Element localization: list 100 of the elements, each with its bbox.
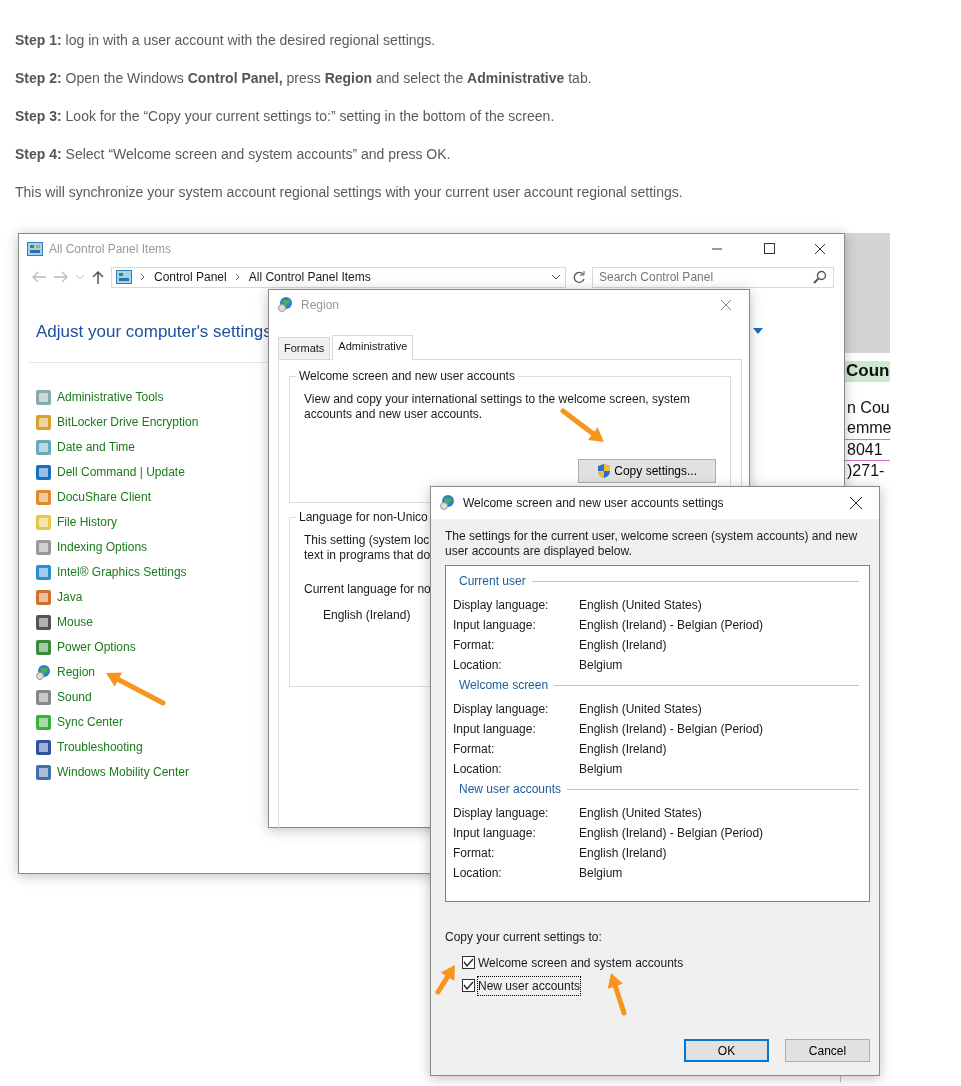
section-heading: Welcome screen	[459, 677, 549, 694]
breadcrumb-item[interactable]: Control Panel	[154, 268, 227, 286]
step-text: Step 4: Select “Welcome screen and system accounts” and press OK.	[15, 145, 452, 164]
setting-label: Display language:	[453, 597, 550, 614]
checkbox[interactable]	[462, 979, 475, 992]
checkbox-label[interactable]: New user accounts	[478, 976, 581, 995]
setting-value: English (Ireland) - Belgian (Period)	[579, 825, 764, 842]
app-icon	[35, 413, 53, 431]
setting-label: Format:	[453, 637, 496, 654]
cancel-button[interactable]: Cancel	[785, 1039, 870, 1062]
annotation-arrow	[435, 965, 455, 995]
tab[interactable]: Administrative	[332, 335, 414, 360]
maximize-button[interactable]	[762, 243, 776, 255]
control-panel-link[interactable]: Intel® Graphics Settings	[57, 563, 187, 581]
breadcrumb-item[interactable]: All Control Panel Items	[248, 268, 371, 286]
setting-value: English (Ireland)	[579, 637, 667, 654]
setting-value: English (United States)	[579, 597, 702, 614]
dropdown-icon[interactable]	[753, 328, 763, 334]
search-field[interactable]: Search Control Panel	[592, 266, 834, 288]
app-icon	[35, 388, 53, 406]
setting-description: This setting (system loc	[304, 532, 430, 547]
control-panel-link[interactable]: Power Options	[57, 638, 136, 656]
app-icon	[35, 588, 53, 606]
setting-label: Location:	[453, 761, 503, 778]
field-label: Current language for no	[304, 581, 431, 596]
control-panel-icon	[27, 242, 43, 256]
ok-button[interactable]: OK	[684, 1039, 769, 1062]
checkbox-label[interactable]: Welcome screen and system accounts	[478, 953, 684, 972]
control-panel-link[interactable]: Java	[57, 588, 83, 606]
setting-label: Input language:	[453, 721, 537, 738]
setting-label: Input language:	[453, 617, 537, 634]
dropdown-icon[interactable]	[551, 273, 561, 281]
address-bar[interactable]: Control Panel All Control Panel Items	[111, 266, 566, 288]
shield-icon	[597, 462, 612, 479]
document-text: emme	[846, 418, 890, 438]
control-panel-link[interactable]: Mouse	[57, 613, 94, 631]
control-panel-link[interactable]: Sound	[57, 688, 92, 706]
section-heading: New user accounts	[459, 781, 562, 798]
close-button[interactable]	[814, 243, 828, 255]
globe-icon	[439, 494, 457, 512]
setting-value: English (Ireland)	[579, 845, 667, 862]
close-button[interactable]	[849, 496, 863, 510]
refresh-button[interactable]	[572, 270, 586, 284]
setting-value: Belgium	[579, 865, 623, 882]
setting-value: English (Ireland) - Belgian (Period)	[579, 721, 764, 738]
setting-value: English (United States)	[579, 805, 702, 822]
app-icon	[35, 688, 53, 706]
step-text: Step 3: Look for the “Copy your current settings to:” setting in the bottom of the screen.	[15, 107, 556, 126]
setting-value: Belgium	[579, 761, 623, 778]
app-icon	[35, 513, 53, 531]
tab[interactable]: Formats	[278, 337, 331, 359]
app-icon	[35, 738, 53, 756]
annotation-arrow	[560, 408, 604, 442]
control-panel-link[interactable]: Date and Time	[57, 438, 136, 456]
control-panel-link[interactable]: Region	[57, 663, 96, 681]
section-label: Copy your current settings to:	[444, 929, 603, 946]
setting-label: Location:	[453, 865, 503, 882]
chevron-icon	[140, 273, 146, 281]
globe-icon	[35, 663, 53, 681]
annotation-arrow	[607, 973, 627, 1016]
control-panel-icon	[116, 270, 132, 284]
window-title: All Control Panel Items	[49, 241, 173, 258]
setting-label: Format:	[453, 741, 496, 758]
checkbox[interactable]	[462, 956, 475, 969]
field-value: English (Ireland)	[323, 607, 411, 622]
app-icon	[35, 638, 53, 656]
setting-value: English (Ireland) - Belgian (Period)	[579, 617, 764, 634]
section-heading: Current user	[459, 573, 526, 590]
app-icon	[35, 763, 53, 781]
up-button[interactable]	[91, 270, 105, 284]
check-icon	[463, 958, 474, 967]
setting-label: Input language:	[453, 825, 537, 842]
control-panel-link[interactable]: Indexing Options	[57, 538, 148, 556]
group-description: View and copy your international settings to the welcome screen, system accounts and new user accounts.	[304, 391, 691, 422]
control-panel-link[interactable]: BitLocker Drive Encryption	[57, 413, 199, 431]
setting-label: Format:	[453, 845, 496, 862]
control-panel-link[interactable]: Sync Center	[57, 713, 124, 731]
step-text: Step 1: log in with a user account with the desired regional settings.	[15, 31, 437, 50]
copy-settings-button[interactable]: Copy settings...	[578, 458, 716, 483]
note-text: This will synchronize your system account regional settings with your current user account regional settings.	[15, 183, 684, 202]
step-text: Step 2: Open the Windows Control Panel, press Region and select the Administrative tab.	[15, 69, 593, 88]
setting-label: Location:	[453, 657, 503, 674]
control-panel-link[interactable]: Dell Command | Update	[57, 463, 185, 481]
control-panel-link[interactable]: Windows Mobility Center	[57, 763, 190, 781]
app-icon	[35, 563, 53, 581]
globe-icon	[277, 296, 295, 314]
dialog-description: The settings for the current user, welcome screen (system accounts) and new user accounts are displayed below.	[444, 528, 859, 560]
control-panel-link[interactable]: File History	[57, 513, 117, 531]
setting-description: text in programs that do	[304, 547, 431, 562]
app-icon	[35, 713, 53, 731]
document-text: n Cou	[846, 397, 890, 418]
annotation-arrow	[106, 672, 166, 706]
control-panel-link[interactable]: Troubleshooting	[57, 738, 143, 756]
window-title: Welcome screen and new user accounts settings	[463, 495, 725, 512]
app-icon	[35, 488, 53, 506]
setting-label: Display language:	[453, 805, 550, 822]
control-panel-link[interactable]: Administrative Tools	[57, 388, 164, 406]
app-icon	[35, 463, 53, 481]
setting-value: English (Ireland)	[579, 741, 667, 758]
control-panel-link[interactable]: DocuShare Client	[57, 488, 152, 506]
